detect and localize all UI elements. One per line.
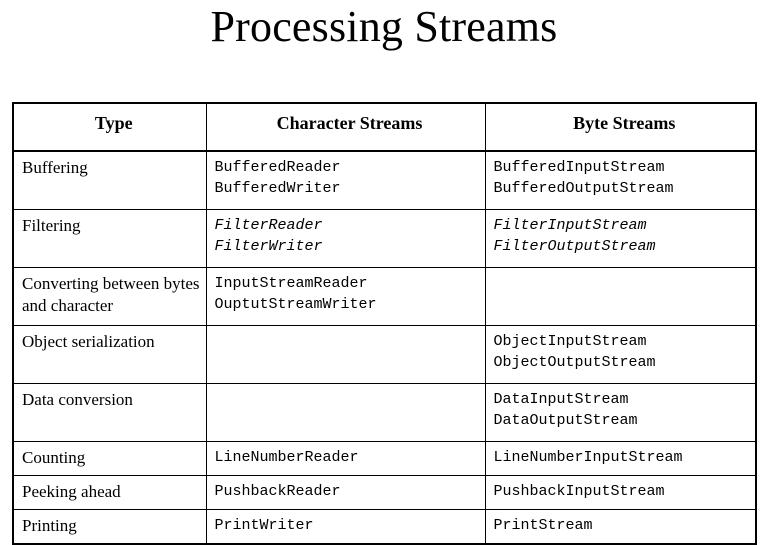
cell-byte-streams: LineNumberInputStream <box>484 441 757 476</box>
cell-character-streams <box>205 325 486 384</box>
table-row: Object serialization ObjectInputStream Ob… <box>12 325 757 384</box>
cell-character-streams <box>205 383 486 442</box>
table-body: Buffering BufferedReader BufferedWriter Bu… <box>12 150 757 545</box>
column-header-character-streams: Character Streams <box>205 102 486 152</box>
cell-byte-streams <box>484 267 757 326</box>
slide-canvas: Processing Streams Type Character Stream… <box>0 0 768 545</box>
cell-byte-streams: ObjectInputStream ObjectOutputStream <box>484 325 757 384</box>
cell-type: Data conversion <box>12 383 207 442</box>
cell-type: Object serialization <box>12 325 207 384</box>
table-row: Converting between bytes and character In… <box>12 267 757 326</box>
cell-type: Buffering <box>12 150 207 210</box>
table-row: Data conversion DataInputStream DataOutpu… <box>12 383 757 442</box>
cell-type: Peeking ahead <box>12 475 207 510</box>
column-header-byte-streams: Byte Streams <box>484 102 757 152</box>
table-row: Filtering FilterReader FilterWriter Filter… <box>12 209 757 268</box>
processing-streams-table: Type Character Streams Byte Streams Buff… <box>12 102 757 545</box>
cell-character-streams: InputStreamReader OuptutStreamWriter <box>205 267 486 326</box>
cell-byte-streams: PushbackInputStream <box>484 475 757 510</box>
cell-byte-streams: FilterInputStream FilterOutputStream <box>484 209 757 268</box>
table-row: Buffering BufferedReader BufferedWriter Bu… <box>12 150 757 210</box>
table-row: Counting LineNumberReader LineNumberInputS… <box>12 441 757 476</box>
cell-character-streams: PushbackReader <box>205 475 486 510</box>
table-header: Type Character Streams Byte Streams <box>12 102 757 152</box>
cell-type: Printing <box>12 509 207 545</box>
cell-type: Filtering <box>12 209 207 268</box>
cell-character-streams: LineNumberReader <box>205 441 486 476</box>
cell-character-streams: FilterReader FilterWriter <box>205 209 486 268</box>
cell-type: Counting <box>12 441 207 476</box>
cell-byte-streams: BufferedInputStream BufferedOutputStream <box>484 150 757 210</box>
cell-type: Converting between bytes and character <box>12 267 207 326</box>
column-header-type: Type <box>12 102 207 152</box>
cell-character-streams: PrintWriter <box>205 509 486 545</box>
cell-byte-streams: PrintStream <box>484 509 757 545</box>
table-row: Printing PrintWriter PrintStream <box>12 509 757 545</box>
cell-byte-streams: DataInputStream DataOutputStream <box>484 383 757 442</box>
page-title: Processing Streams <box>210 2 558 51</box>
table-row: Peeking ahead PushbackReader PushbackInput… <box>12 475 757 510</box>
cell-character-streams: BufferedReader BufferedWriter <box>205 150 486 210</box>
table-header-row: Type Character Streams Byte Streams <box>12 102 757 152</box>
